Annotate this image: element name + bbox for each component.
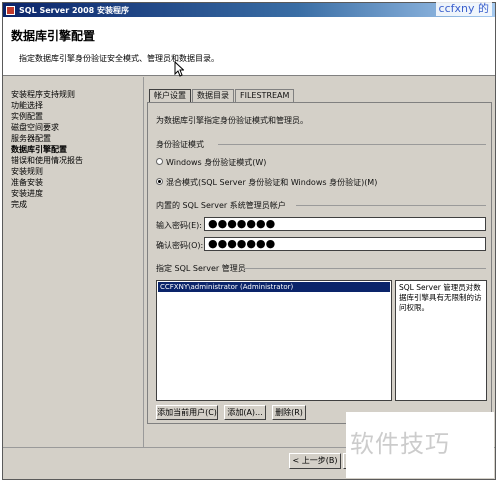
- password-label: 输入密码(E):: [156, 221, 202, 230]
- admins-group-label: 指定 SQL Server 管理员: [156, 264, 246, 273]
- page-title: 数据库引擎配置: [11, 29, 96, 43]
- sidebar-item[interactable]: 安装程序支持规则: [11, 89, 143, 100]
- sidebar-item[interactable]: 准备安装: [11, 177, 143, 188]
- auth-mode-group-divider: [218, 144, 486, 145]
- sql-server-app-icon: [6, 5, 15, 15]
- sidebar-item[interactable]: 错误和使用情况报告: [11, 155, 143, 166]
- title-bar: SQL Server 2008 安装程序: [3, 3, 495, 17]
- windows-auth-radio[interactable]: [156, 158, 163, 165]
- confirm-password-input[interactable]: ●●●●●●●: [204, 237, 486, 251]
- watermark-bottom: 软件技巧: [350, 430, 450, 458]
- page-header: 数据库引擎配置 指定数据库引擎身份验证安全模式、管理员和数据目录。: [3, 17, 495, 77]
- tab-account-settings[interactable]: 帐户设置: [149, 89, 191, 103]
- nav-divider: [143, 77, 144, 447]
- back-button[interactable]: < 上一步(B): [289, 453, 341, 469]
- sidebar-item[interactable]: 功能选择: [11, 100, 143, 111]
- confirm-password-label: 确认密码(O):: [156, 241, 204, 250]
- installer-window: SQL Server 2008 安装程序 数据库引擎配置 指定数据库引擎身份验证…: [2, 2, 496, 480]
- password-input[interactable]: ●●●●●●●: [204, 217, 486, 231]
- add-button[interactable]: 添加(A)...: [224, 405, 266, 420]
- admins-group-divider: [244, 268, 486, 269]
- sidebar-item[interactable]: 服务器配置: [11, 133, 143, 144]
- watermark-top: ccfxny 的: [435, 0, 492, 16]
- auth-mode-group-label: 身份验证模式: [156, 140, 204, 149]
- sidebar-item[interactable]: 磁盘空间要求: [11, 122, 143, 133]
- sa-account-group-divider: [296, 205, 486, 206]
- sidebar-item[interactable]: 实例配置: [11, 111, 143, 122]
- windows-auth-label[interactable]: Windows 身份验证模式(W): [166, 157, 266, 168]
- account-settings-panel: 为数据库引擎指定身份验证模式和管理员。 身份验证模式 Windows 身份验证模…: [147, 102, 492, 424]
- tab-data-directories[interactable]: 数据目录: [192, 89, 234, 102]
- page-subtitle: 指定数据库引擎身份验证安全模式、管理员和数据目录。: [19, 54, 219, 63]
- tab-filestream[interactable]: FILESTREAM: [235, 89, 295, 102]
- add-current-user-button[interactable]: 添加当前用户(C): [156, 405, 218, 420]
- sidebar-item[interactable]: 完成: [11, 199, 143, 210]
- admin-list[interactable]: CCFXNY\administrator (Administrator): [156, 280, 392, 401]
- list-item[interactable]: CCFXNY\administrator (Administrator): [158, 282, 390, 292]
- remove-button[interactable]: 删除(R): [272, 405, 306, 420]
- panel-intro: 为数据库引擎指定身份验证模式和管理员。: [156, 116, 308, 125]
- sidebar-item[interactable]: 安装规则: [11, 166, 143, 177]
- mixed-mode-label[interactable]: 混合模式(SQL Server 身份验证和 Windows 身份验证)(M): [166, 177, 377, 188]
- sidebar-item[interactable]: 数据库引擎配置: [11, 144, 143, 155]
- admin-description: SQL Server 管理员对数据库引擎具有无限制的访问权限。: [395, 280, 487, 401]
- sa-account-group-label: 内置的 SQL Server 系统管理员帐户: [156, 201, 286, 210]
- window-title: SQL Server 2008 安装程序: [19, 5, 129, 15]
- step-navigation: 安装程序支持规则 功能选择 实例配置 磁盘空间要求 服务器配置 数据库引擎配置 错误和使用情…: [3, 77, 143, 447]
- mixed-mode-radio[interactable]: [156, 178, 163, 185]
- tab-strip: 帐户设置 数据目录 FILESTREAM: [149, 89, 295, 103]
- sidebar-item[interactable]: 安装进度: [11, 188, 143, 199]
- mouse-cursor-icon: [174, 61, 184, 77]
